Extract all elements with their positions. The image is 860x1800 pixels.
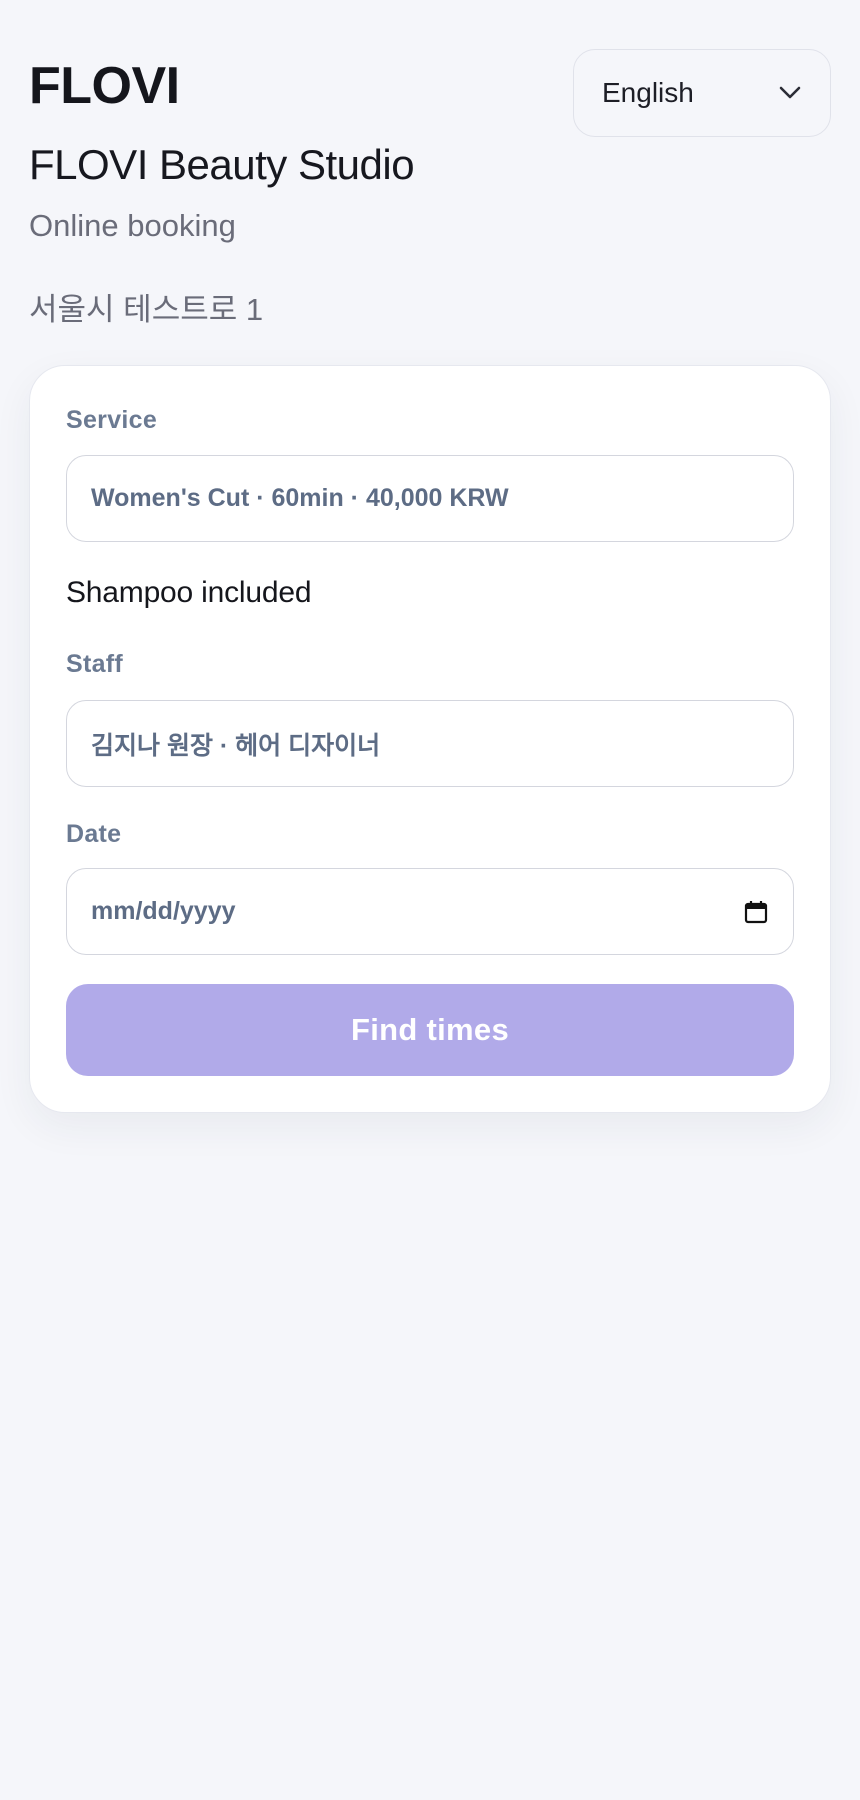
studio-address: 서울시 테스트로 1 xyxy=(29,292,264,327)
chevron-down-icon xyxy=(778,81,802,105)
staff-value: 김지나 원장 · 헤어 디자이너 xyxy=(91,731,381,760)
date-label: Date xyxy=(66,820,122,848)
brand-logo: FLOVI xyxy=(29,57,180,115)
page-subtitle: Online booking xyxy=(29,208,236,243)
calendar-icon[interactable] xyxy=(743,899,769,925)
service-note: Shampoo included xyxy=(66,576,312,609)
booking-form-card: Service Women's Cut · 60min · 40,000 KRW… xyxy=(29,365,831,1113)
language-selected-label: English xyxy=(602,77,694,108)
date-placeholder: mm/dd/yyyy xyxy=(91,897,236,925)
staff-label: Staff xyxy=(66,650,124,678)
date-input[interactable]: mm/dd/yyyy xyxy=(66,868,794,955)
service-select[interactable]: Women's Cut · 60min · 40,000 KRW xyxy=(66,455,794,542)
staff-select[interactable]: 김지나 원장 · 헤어 디자이너 xyxy=(66,700,794,787)
find-times-button[interactable]: Find times xyxy=(66,984,794,1076)
studio-name: FLOVI Beauty Studio xyxy=(29,141,415,188)
service-value: Women's Cut · 60min · 40,000 KRW xyxy=(91,484,509,512)
language-select[interactable]: English xyxy=(573,49,831,137)
service-label: Service xyxy=(66,406,158,434)
